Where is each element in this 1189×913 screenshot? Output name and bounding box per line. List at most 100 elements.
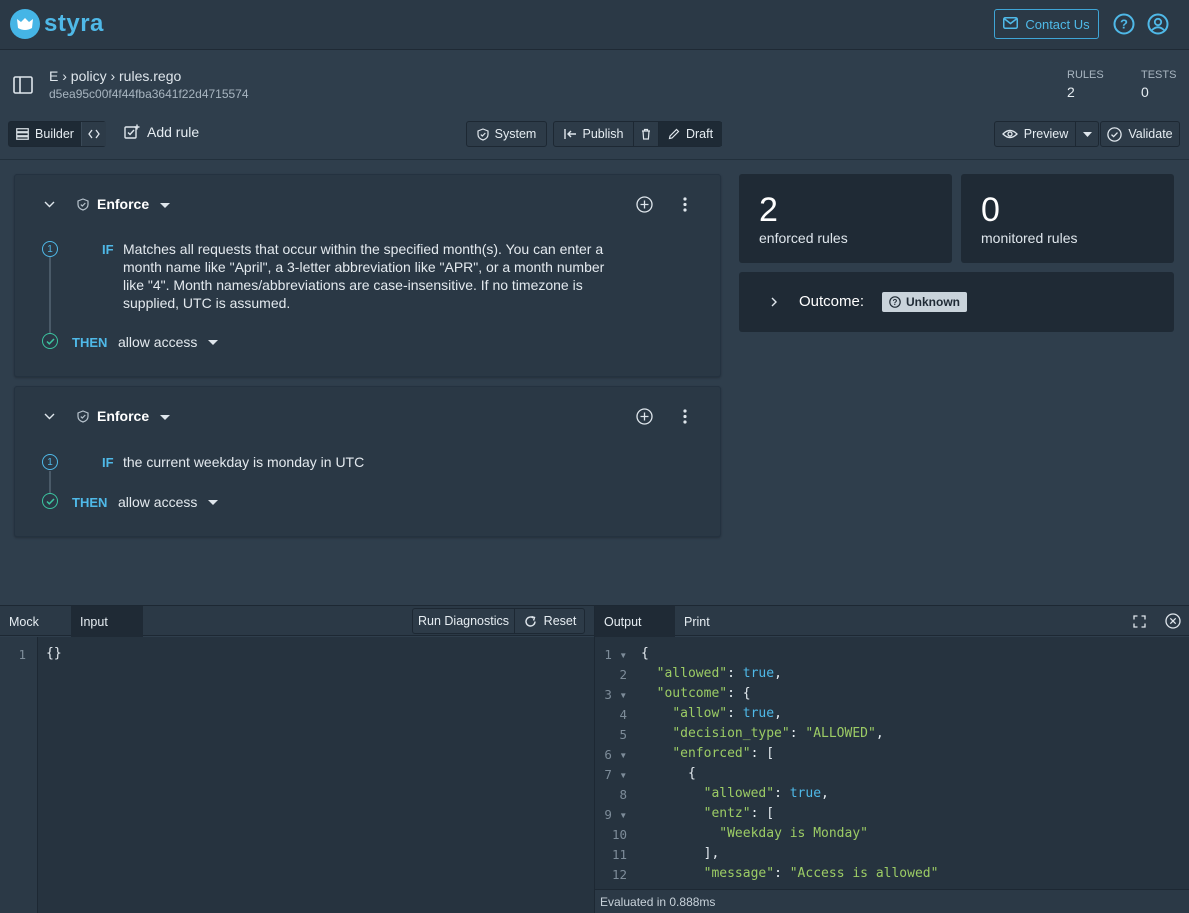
tab-input[interactable]: Input xyxy=(71,606,143,637)
rule-type-label[interactable]: Enforce xyxy=(97,196,149,212)
reset-icon xyxy=(524,615,536,627)
output-code-line: "decision_type": "ALLOWED", xyxy=(672,726,884,741)
then-keyword: THEN xyxy=(72,495,108,510)
add-condition-icon[interactable] xyxy=(636,408,653,425)
outcome-badge-label: Unknown xyxy=(906,295,960,309)
delete-draft-button[interactable] xyxy=(633,122,658,146)
contact-us-label: Contact Us xyxy=(1025,16,1090,32)
more-options-icon[interactable] xyxy=(683,409,687,424)
output-code-line: "allowed": true, xyxy=(656,666,782,681)
draft-label: Draft xyxy=(685,127,714,141)
rules-count-value: 2 xyxy=(1067,84,1075,100)
check-circle-icon xyxy=(1107,126,1123,142)
line-number: 3 ▾ xyxy=(604,687,627,702)
monitored-rules-count: 0 xyxy=(981,191,1000,229)
publish-button[interactable]: Publish xyxy=(554,122,633,146)
enforced-rules-label: enforced rules xyxy=(759,230,848,246)
user-account-icon[interactable] xyxy=(1147,13,1169,35)
output-code-line: "allow": true, xyxy=(672,706,782,721)
output-code-line: "allowed": true, xyxy=(703,786,829,801)
monitored-rules-card: 0 monitored rules xyxy=(961,174,1174,263)
rule-condition[interactable]: Matches all requests that occur within t… xyxy=(123,240,605,312)
svg-text:?: ? xyxy=(1120,17,1128,32)
code-mode-button[interactable] xyxy=(81,122,106,146)
collapse-chevron-icon[interactable] xyxy=(44,201,55,208)
styra-logo[interactable]: styra xyxy=(10,8,104,40)
tab-print[interactable]: Print xyxy=(675,606,719,637)
builder-label: Builder xyxy=(35,127,74,141)
sidebar-toggle-icon[interactable] xyxy=(13,75,33,95)
caret-down-icon[interactable] xyxy=(208,340,218,345)
builder-toggle[interactable]: Builder xyxy=(8,121,106,147)
caret-down-icon[interactable] xyxy=(160,203,170,208)
preview-button[interactable]: Preview xyxy=(995,122,1075,146)
rule-condition[interactable]: the current weekday is monday in UTC xyxy=(123,453,605,471)
line-number: 7 ▾ xyxy=(604,767,627,782)
tab-output[interactable]: Output xyxy=(595,606,675,637)
outcome-status-badge: ? Unknown xyxy=(882,292,967,312)
draft-button[interactable]: Draft xyxy=(658,122,722,146)
close-panel-icon[interactable] xyxy=(1165,613,1181,629)
timeline-line xyxy=(49,257,51,337)
contact-us-button[interactable]: Contact Us xyxy=(994,9,1099,39)
input-code-line[interactable]: {} xyxy=(46,646,62,661)
line-number: 1 ▾ xyxy=(604,647,627,662)
rule-action[interactable]: allow access xyxy=(118,493,197,511)
shield-icon xyxy=(77,410,89,423)
preview-group: Preview xyxy=(994,121,1099,147)
line-number: 5 xyxy=(619,727,627,742)
tab-mock[interactable]: Mock xyxy=(0,606,48,637)
rule-type-label[interactable]: Enforce xyxy=(97,408,149,424)
output-code-line: ], xyxy=(641,846,720,861)
step-number: 1 xyxy=(42,241,58,257)
rule-action[interactable]: allow access xyxy=(118,333,197,351)
caret-down-icon[interactable] xyxy=(160,415,170,420)
line-number: 11 xyxy=(611,847,627,862)
then-keyword: THEN xyxy=(72,335,108,350)
output-code-line: "enforced": [ xyxy=(672,746,775,761)
if-keyword: IF xyxy=(102,455,114,470)
shield-icon xyxy=(477,127,489,141)
add-rule-button[interactable]: Add rule xyxy=(124,124,199,140)
validate-button[interactable]: Validate xyxy=(1100,121,1180,147)
breadcrumb[interactable]: E › policy › rules.rego xyxy=(49,68,181,84)
help-icon[interactable]: ? xyxy=(1113,13,1135,35)
line-number: 2 xyxy=(619,667,627,682)
publish-icon xyxy=(563,129,576,139)
code-icon xyxy=(88,129,100,139)
rule-card: Enforce 1 IF the current weekday is mond… xyxy=(14,386,721,537)
enforced-rules-count: 2 xyxy=(759,191,778,229)
add-condition-icon[interactable] xyxy=(636,196,653,213)
more-options-icon[interactable] xyxy=(683,197,687,212)
output-code-line: "entz": [ xyxy=(703,806,775,821)
add-rule-label: Add rule xyxy=(147,124,200,140)
output-code-line: { xyxy=(641,766,696,781)
caret-down-icon[interactable] xyxy=(208,500,218,505)
publish-label: Publish xyxy=(582,127,624,141)
chevron-right-icon[interactable] xyxy=(771,297,777,307)
outcome-panel[interactable]: Outcome: ? Unknown xyxy=(739,272,1174,332)
output-code-line: "message": "Access is allowed" xyxy=(703,866,939,881)
line-number: 10 xyxy=(611,827,627,842)
validate-label: Validate xyxy=(1128,127,1173,141)
publish-group: Publish Draft xyxy=(553,121,722,147)
builder-mode-button[interactable]: Builder xyxy=(9,122,81,146)
line-number: 1 xyxy=(18,647,26,662)
brand-name: styra xyxy=(44,10,104,37)
run-diagnostics-button[interactable]: Run Diagnostics xyxy=(413,609,514,633)
expand-icon[interactable] xyxy=(1133,615,1146,628)
collapse-chevron-icon[interactable] xyxy=(44,413,55,420)
question-icon: ? xyxy=(889,296,901,308)
pencil-icon xyxy=(668,128,680,140)
line-number: 12 xyxy=(611,867,627,882)
reset-button[interactable]: Reset xyxy=(514,609,585,633)
list-icon xyxy=(16,128,29,140)
preview-dropdown-button[interactable] xyxy=(1075,122,1099,146)
system-button[interactable]: System xyxy=(466,121,547,147)
output-editor: 1 ▾ 2 3 ▾ 4 5 6 ▾ 7 ▾ 8 9 ▾ 10 11 12 { "allow… xyxy=(595,637,1189,889)
system-label: System xyxy=(494,127,537,141)
status-bar: Evaluated in 0.888ms xyxy=(595,889,1189,913)
input-editor[interactable] xyxy=(0,637,594,913)
styra-logo-icon xyxy=(10,9,40,39)
line-number: 6 ▾ xyxy=(604,747,627,762)
